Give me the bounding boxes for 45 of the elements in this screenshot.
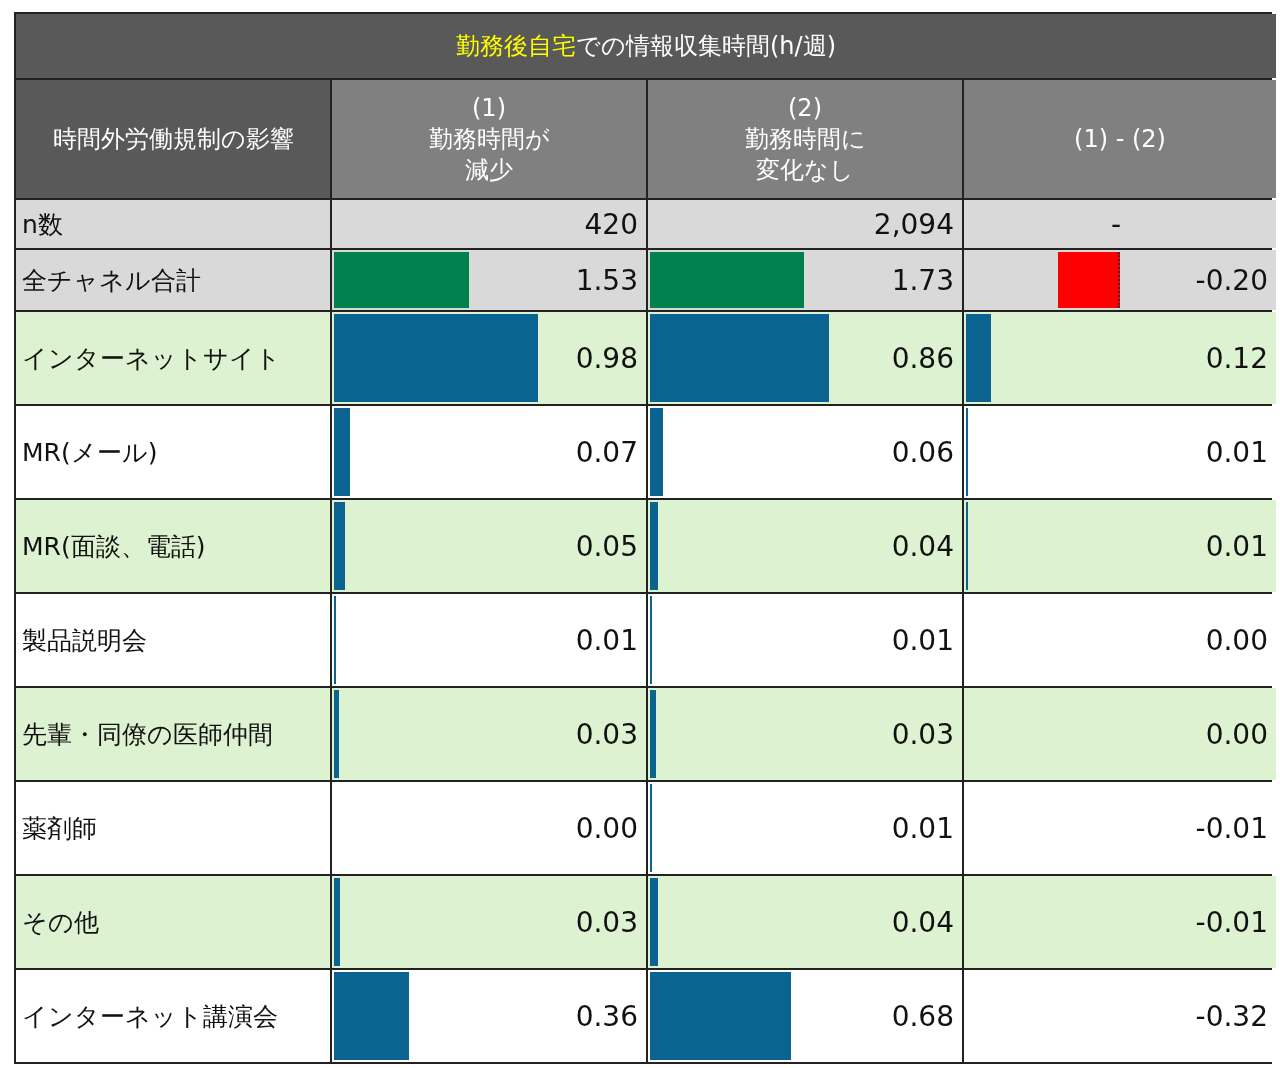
cell-value: 0.05 bbox=[575, 529, 638, 563]
cell-value: 0.04 bbox=[891, 905, 954, 939]
cell-value: -0.01 bbox=[1195, 905, 1268, 939]
cell-value: 1.53 bbox=[575, 263, 638, 297]
row-label: 製品説明会 bbox=[16, 594, 330, 686]
column-header: (1) 勤務時間が 減少 bbox=[332, 80, 646, 198]
cell-value: 0.01 bbox=[1205, 435, 1268, 469]
row-label: その他 bbox=[16, 876, 330, 968]
column-header: 時間外労働規制の影響 bbox=[16, 80, 330, 198]
row-label: 薬剤師 bbox=[16, 782, 330, 874]
cell-value: 0.68 bbox=[891, 999, 954, 1033]
row-label: n数 bbox=[16, 200, 330, 248]
cell-value: 0.01 bbox=[575, 623, 638, 657]
cell-value: 0.03 bbox=[575, 717, 638, 751]
row-label: 全チャネル合計 bbox=[16, 250, 330, 310]
row-label: インターネットサイト bbox=[16, 312, 330, 404]
cell-value: 2,094 bbox=[873, 207, 954, 241]
cell-value: -0.32 bbox=[1195, 999, 1268, 1033]
cell-value: -0.20 bbox=[1195, 263, 1268, 297]
cell-value: 0.03 bbox=[575, 905, 638, 939]
cell-value: 0.00 bbox=[1205, 717, 1268, 751]
table-title: 勤務後自宅での情報収集時間(h/週) bbox=[16, 14, 1276, 78]
cell-value: 0.12 bbox=[1205, 341, 1268, 375]
cell-value: 0.00 bbox=[575, 811, 638, 845]
row-label: MR(面談、電話) bbox=[16, 500, 330, 592]
cell-value: 0.86 bbox=[891, 341, 954, 375]
cell-value: 0.00 bbox=[1205, 623, 1268, 657]
cell-value: 0.98 bbox=[575, 341, 638, 375]
column-header: (1) - (2) bbox=[964, 80, 1276, 198]
cell-value: -0.01 bbox=[1195, 811, 1268, 845]
column-header: (2) 勤務時間に 変化なし bbox=[648, 80, 962, 198]
cell-value: 0.36 bbox=[575, 999, 638, 1033]
cell-value: 0.07 bbox=[575, 435, 638, 469]
cell-value: 420 bbox=[584, 207, 638, 241]
row-label: インターネット講演会 bbox=[16, 970, 330, 1062]
cell-value: 0.03 bbox=[891, 717, 954, 751]
cell-value: 0.01 bbox=[1205, 529, 1268, 563]
cell-value: - bbox=[1110, 207, 1122, 241]
cell-value: 0.04 bbox=[891, 529, 954, 563]
cell-value: 0.01 bbox=[891, 623, 954, 657]
cell-value: 1.73 bbox=[891, 263, 954, 297]
cell-value: 0.01 bbox=[891, 811, 954, 845]
row-label: 先輩・同僚の医師仲間 bbox=[16, 688, 330, 780]
cell-value: 0.06 bbox=[891, 435, 954, 469]
row-label: MR(メール) bbox=[16, 406, 330, 498]
